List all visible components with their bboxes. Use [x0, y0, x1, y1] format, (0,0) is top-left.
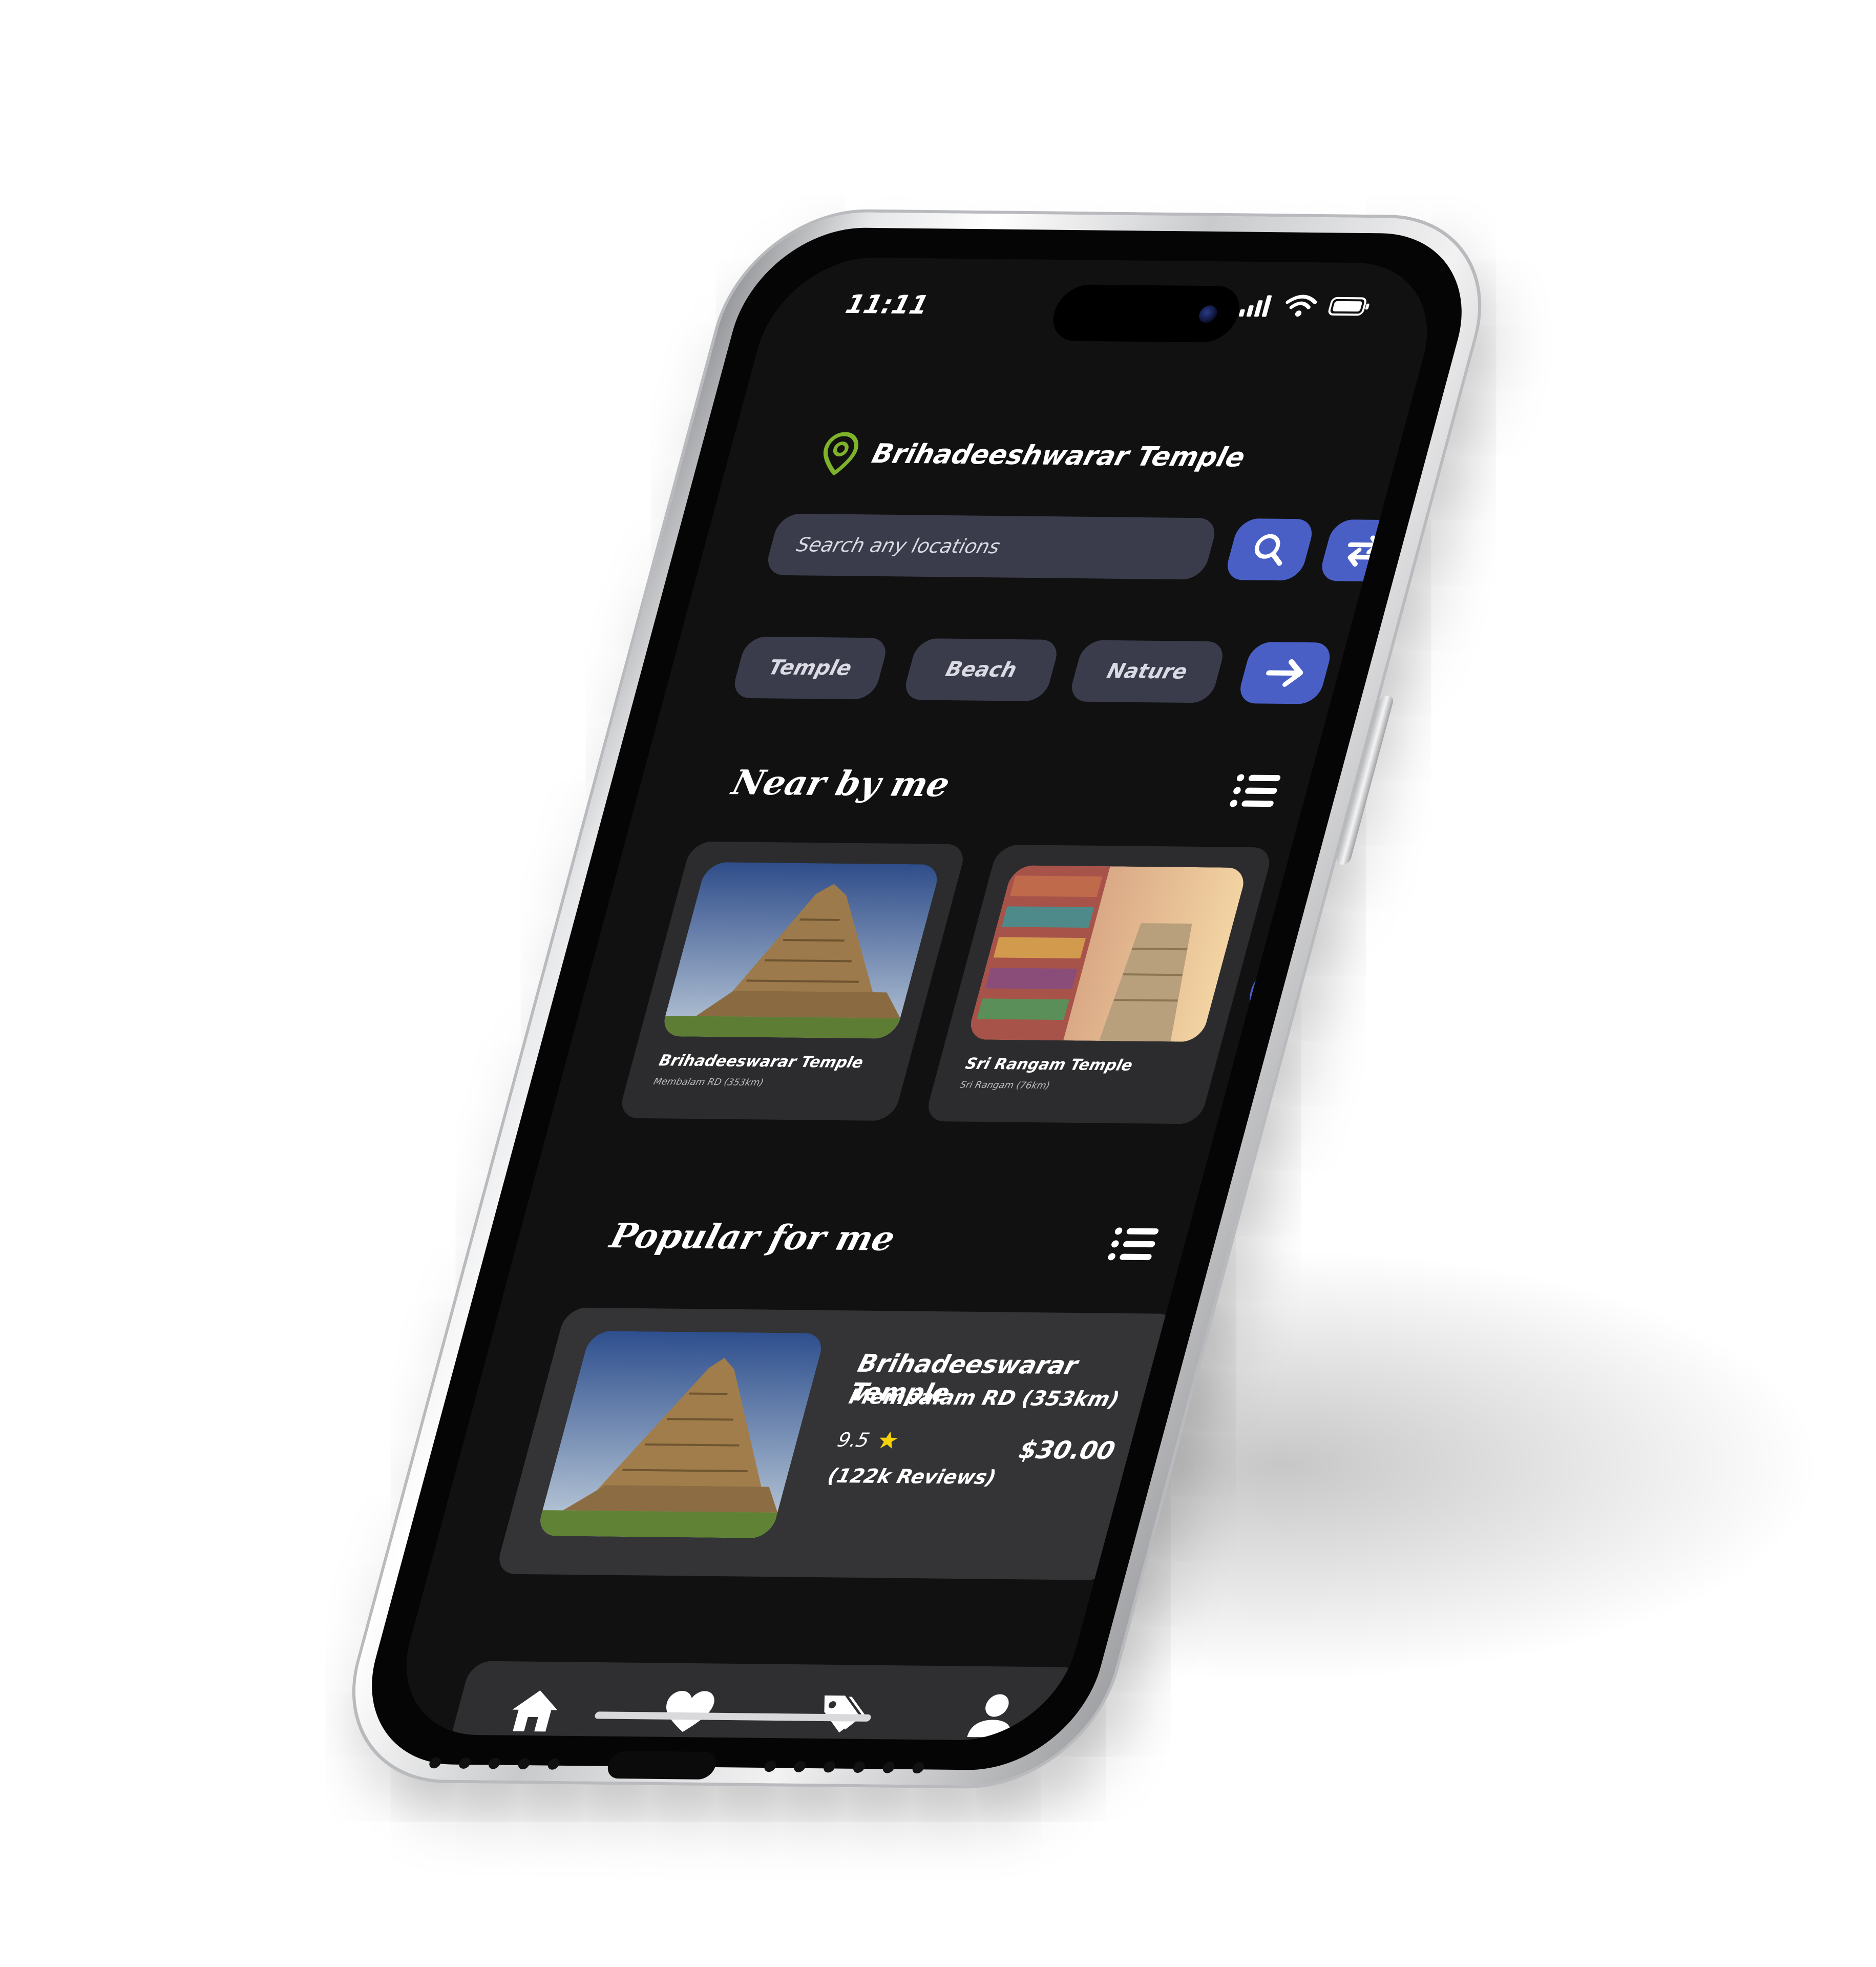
- home-icon: [512, 1690, 558, 1732]
- category-chip-beach[interactable]: Beach: [901, 638, 1061, 702]
- category-chip-temple[interactable]: Temple: [730, 636, 890, 700]
- list-icon[interactable]: [1228, 772, 1284, 809]
- wifi-icon: [1285, 295, 1317, 317]
- temple-photo: [660, 862, 942, 1039]
- categories-next-button[interactable]: [1236, 641, 1335, 704]
- signal-bars-icon: [1238, 295, 1272, 317]
- nav-deals[interactable]: [796, 1678, 887, 1741]
- search-placeholder: Search any locations: [794, 533, 1003, 558]
- star-icon: [879, 1431, 898, 1449]
- near-card-title: Sri Rangam Temple: [963, 1055, 1135, 1075]
- nav-home[interactable]: [490, 1674, 580, 1741]
- location-title: Brihadeeshwarar Temple: [869, 438, 1249, 473]
- dynamic-island: [1046, 284, 1246, 343]
- search-icon: [1254, 534, 1282, 566]
- near-by-title: Near by me: [728, 762, 955, 805]
- gopuram-photo: [966, 865, 1248, 1042]
- nav-profile[interactable]: [949, 1679, 1040, 1741]
- status-icons: [1237, 294, 1374, 319]
- near-by-card[interactable]: Brihadeeswarar Temple Membalam RD (353km…: [617, 841, 968, 1121]
- battery-icon: [1328, 297, 1369, 316]
- status-bar: 11:11: [762, 257, 1448, 343]
- nav-favorites[interactable]: [643, 1676, 733, 1741]
- map-pin-icon: [823, 432, 858, 475]
- category-chip-nature[interactable]: Nature: [1067, 640, 1227, 703]
- near-card-title: Brihadeeswarar Temple: [657, 1052, 866, 1072]
- list-icon[interactable]: [1106, 1226, 1162, 1262]
- review-count: (122k Reviews): [825, 1464, 999, 1489]
- near-card-subtitle: Membalam RD (353km): [652, 1076, 765, 1089]
- phone-bezel: 11:11 Brihadeeshwarar Temple Search any …: [347, 226, 1486, 1771]
- phone-device: 11:11 Brihadeeshwarar Temple Search any …: [328, 211, 1506, 1787]
- charging-port: [604, 1750, 720, 1780]
- near-by-card[interactable]: Sri Rangam Temple Sri Rangam (76km): [923, 844, 1274, 1124]
- popular-card[interactable]: Brihadeeswarar Temple Membalam RD (353km…: [494, 1307, 1179, 1581]
- arrow-right-icon: [1266, 659, 1303, 687]
- rating-value: 9.5: [835, 1428, 872, 1452]
- front-camera: [1197, 305, 1219, 323]
- temple-photo: [535, 1331, 826, 1538]
- popular-card-location: Membalam RD (353km): [846, 1385, 1122, 1412]
- swap-arrows-icon: [1347, 535, 1381, 567]
- popular-title: Popular for me: [606, 1216, 900, 1259]
- near-card-subtitle: Sri Rangam (76km): [959, 1079, 1051, 1092]
- category-chip-label: Nature: [1104, 659, 1190, 684]
- bottom-nav: [445, 1661, 1084, 1741]
- rating: 9.5: [835, 1429, 901, 1452]
- category-chip-label: Beach: [943, 657, 1020, 682]
- current-location[interactable]: Brihadeeshwarar Temple: [816, 432, 1250, 479]
- category-chip-label: Temple: [766, 656, 854, 680]
- price: $30.00: [1016, 1435, 1119, 1466]
- speaker-grille: [426, 1749, 928, 1782]
- status-time: 11:11: [842, 289, 932, 320]
- search-input[interactable]: Search any locations: [763, 513, 1219, 580]
- search-button[interactable]: [1223, 518, 1317, 581]
- user-icon: [967, 1694, 1011, 1738]
